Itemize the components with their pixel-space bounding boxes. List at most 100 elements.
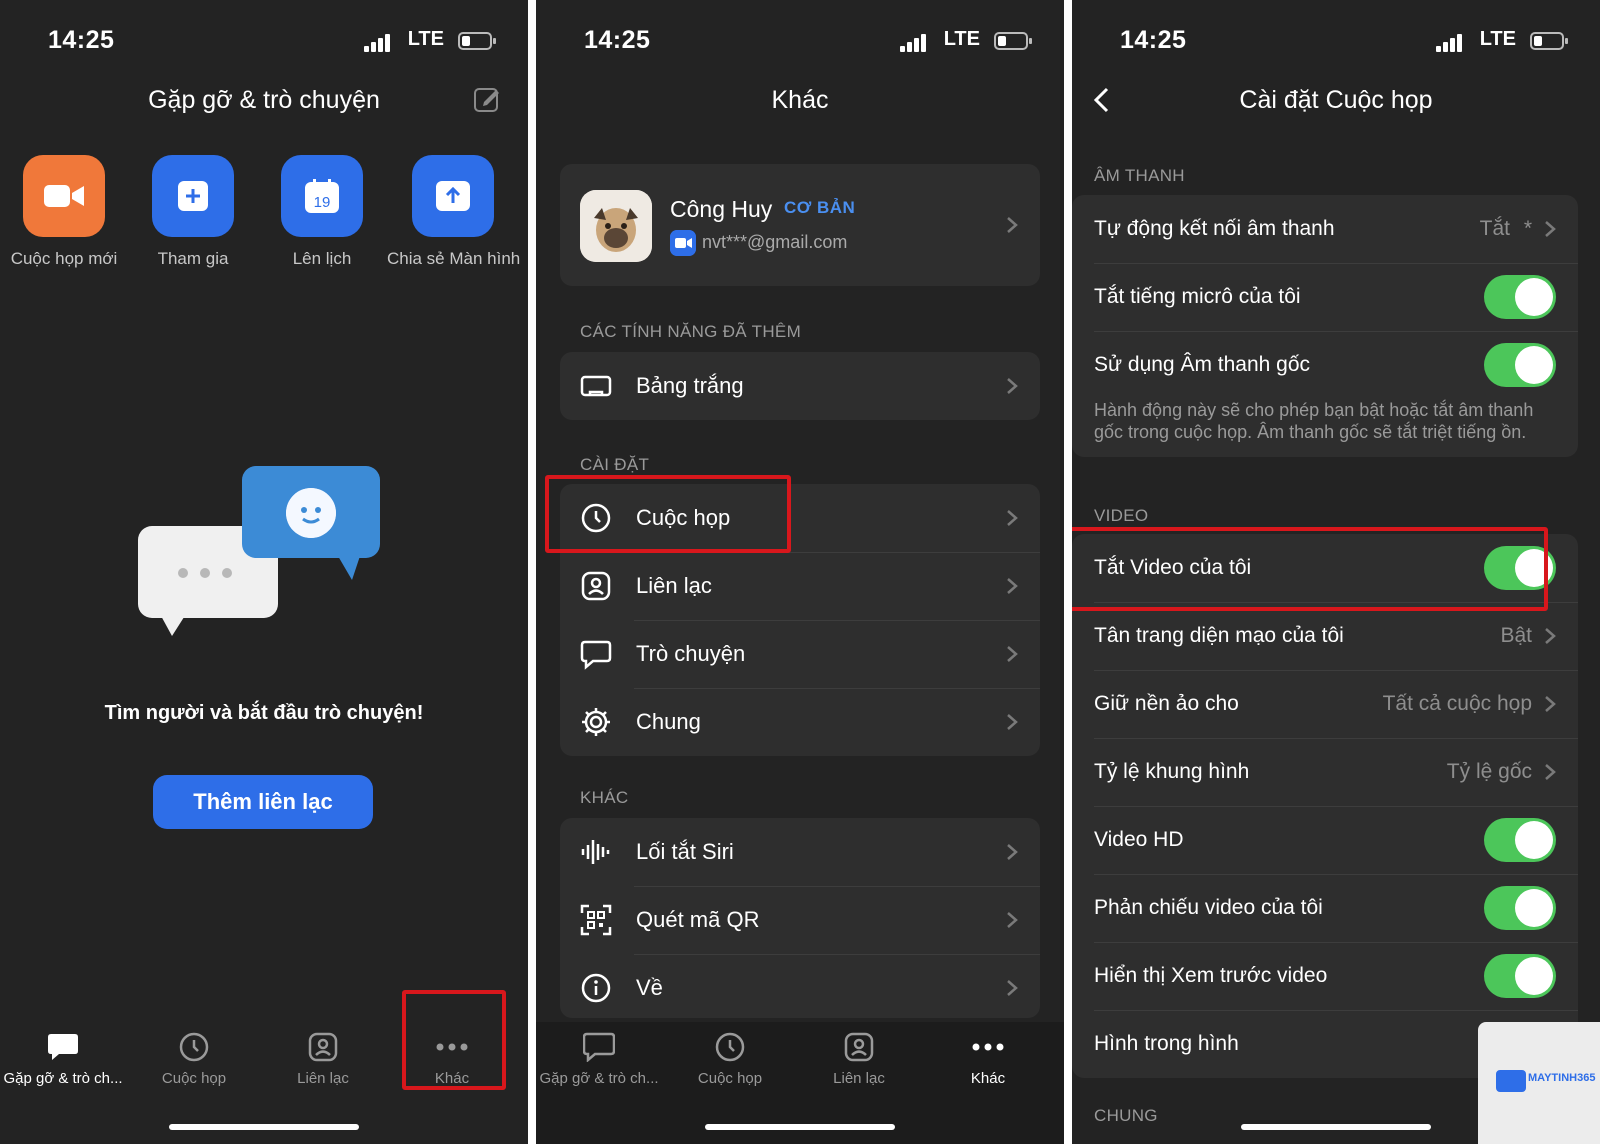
tab-meetings-label: Cuộc họp (161, 1070, 227, 1087)
setting-value: Tỷ lệ gốc (1446, 760, 1532, 783)
schedule-button[interactable]: 19 Lên lịch (256, 155, 388, 269)
menu-item-whiteboard[interactable]: Bảng trắng (560, 352, 1040, 420)
tab-contacts-label: Liên lạc (297, 1070, 349, 1087)
setting-label: Tắt tiếng micrô của tôi (1094, 285, 1301, 308)
menu-item-label: Bảng trắng (636, 373, 744, 398)
menu-item-qr[interactable]: Quét mã QR (560, 886, 1040, 954)
join-label: Tham gia (157, 249, 229, 268)
features-card: Bảng trắng (560, 352, 1040, 420)
section-header-settings: CÀI ĐẶT (580, 455, 650, 474)
chat-illustration (138, 466, 388, 646)
tab-contacts[interactable]: Liên lạc (258, 1032, 388, 1087)
chevron-right-icon (1007, 844, 1018, 860)
battery-icon (458, 32, 496, 50)
whiteboard-icon (580, 375, 612, 397)
status-time: 14:25 (48, 26, 115, 54)
empty-state-text: Tìm người và bắt đầu trò chuyện! (104, 702, 424, 724)
setting-auto-connect-audio[interactable]: Tự động kết nối âm thanh Tắt * (1072, 195, 1578, 263)
status-time: 14:25 (1120, 26, 1187, 54)
screen-meet-chat: 14:25 LTE Gặp gỡ & trò chuyện Cuộc họp m… (0, 0, 528, 1144)
share-screen-button[interactable]: Chia sẻ Màn hình (387, 155, 520, 269)
tab-contacts-label: Liên lạc (833, 1070, 885, 1087)
tab-meetings-label: Cuộc họp (697, 1070, 763, 1087)
setting-value: Bật (1500, 624, 1532, 647)
clock-icon (715, 1032, 745, 1062)
section-header-video: VIDEO (1094, 506, 1149, 525)
mute-mic-toggle[interactable] (1484, 275, 1556, 319)
chevron-right-icon (1545, 628, 1556, 644)
setting-marker: * (1523, 217, 1532, 240)
setting-aspect-ratio[interactable]: Tỷ lệ khung hình Tỷ lệ gốc (1072, 738, 1578, 806)
home-indicator (1241, 1124, 1431, 1130)
screen-meeting-settings: 14:25 LTE Cài đặt Cuộc họp ÂM THANH Tự đ… (1072, 0, 1600, 1144)
menu-item-general[interactable]: Chung (560, 688, 1040, 756)
chat-icon (583, 1032, 615, 1062)
menu-item-label: Quét mã QR (636, 907, 760, 932)
highlight-box-meetings (545, 475, 791, 553)
setting-label: Sử dụng Âm thanh gốc (1094, 353, 1311, 376)
new-meeting-button[interactable]: Cuộc họp mới (0, 155, 130, 269)
profile-name: Công Huy (670, 196, 773, 222)
setting-touch-up-appearance[interactable]: Tân trang diện mạo của tôi Bật (1072, 602, 1578, 670)
setting-label: Tỷ lệ khung hình (1094, 760, 1250, 783)
avatar (580, 190, 652, 262)
signal-icon (900, 34, 928, 52)
highlight-box-more (402, 990, 506, 1090)
page-title: Gặp gỡ & trò chuyện (148, 86, 380, 114)
profile-email: nvt***@gmail.com (702, 232, 848, 252)
setting-virtual-background[interactable]: Giữ nền ảo cho Tất cả cuộc họp (1072, 670, 1578, 738)
screen-more: 14:25 LTE Khác Công Huy CƠ BẢN nvt***@gm… (536, 0, 1064, 1144)
menu-item-label: Liên lạc (636, 573, 712, 598)
original-sound-description: Hành động này sẽ cho phép bạn bật hoặc t… (1094, 400, 1534, 442)
home-indicator (169, 1124, 359, 1130)
menu-item-chat[interactable]: Trò chuyện (560, 620, 1040, 688)
menu-item-siri[interactable]: Lối tắt Siri (560, 818, 1040, 886)
clock-icon (179, 1032, 209, 1062)
watermark: MAYTINH365 (1478, 1022, 1600, 1144)
battery-icon (1530, 32, 1568, 50)
tab-meetings[interactable]: Cuộc họp (665, 1032, 795, 1087)
chat-icon (48, 1034, 78, 1060)
mirror-video-toggle[interactable] (1484, 886, 1556, 930)
menu-item-label: Trò chuyện (636, 641, 746, 666)
watermark-text: MAYTINH365 (1528, 1072, 1596, 1084)
status-bar: 14:25 LTE (1072, 26, 1600, 56)
network-label: LTE (407, 28, 444, 50)
compose-icon[interactable] (472, 84, 502, 114)
calendar-icon: 19 (305, 179, 339, 213)
setting-value: Tất cả cuộc họp (1382, 692, 1532, 715)
hd-video-toggle[interactable] (1484, 818, 1556, 862)
tab-more-label: Khác (970, 1070, 1006, 1087)
profile-card[interactable]: Công Huy CƠ BẢN nvt***@gmail.com (560, 164, 1040, 286)
section-header-general: CHUNG (1094, 1106, 1158, 1125)
qr-code-icon (580, 904, 612, 936)
video-preview-toggle[interactable] (1484, 954, 1556, 998)
tab-more[interactable]: Khác (923, 1032, 1053, 1087)
tab-meet-chat[interactable]: Gặp gỡ & trò ch... (0, 1032, 128, 1087)
tab-bar: Gặp gỡ & trò ch... Cuộc họp Liên lạc Khá… (536, 1022, 1064, 1144)
zoom-camera-icon (670, 230, 696, 256)
gear-icon (582, 708, 610, 736)
setting-label: Tự động kết nối âm thanh (1094, 217, 1335, 240)
watermark-logo-icon (1496, 1070, 1526, 1092)
section-header-features: CÁC TÍNH NĂNG ĐÃ THÊM (580, 322, 802, 341)
schedule-label: Lên lịch (292, 249, 352, 268)
add-contact-button[interactable]: Thêm liên lạc (153, 775, 373, 829)
join-button[interactable]: Tham gia (127, 155, 259, 269)
more-icon (972, 1043, 1004, 1051)
menu-item-about[interactable]: Về (560, 954, 1040, 1018)
setting-hd-video: Video HD (1072, 806, 1578, 874)
tab-meet-chat-label: Gặp gỡ & trò ch... (539, 1070, 659, 1087)
setting-label: Giữ nền ảo cho (1094, 692, 1239, 715)
blue-bubble (242, 466, 380, 580)
setting-video-preview: Hiển thị Xem trước video (1072, 942, 1578, 1010)
tab-contacts[interactable]: Liên lạc (794, 1032, 924, 1087)
calendar-day: 19 (314, 194, 331, 211)
original-sound-toggle[interactable] (1484, 343, 1556, 387)
tab-meetings[interactable]: Cuộc họp (129, 1032, 259, 1087)
chevron-right-icon (1007, 378, 1018, 394)
signal-icon (364, 34, 392, 52)
section-header-audio: ÂM THANH (1094, 166, 1185, 185)
tab-meet-chat[interactable]: Gặp gỡ & trò ch... (536, 1032, 664, 1087)
menu-item-contacts[interactable]: Liên lạc (560, 552, 1040, 620)
